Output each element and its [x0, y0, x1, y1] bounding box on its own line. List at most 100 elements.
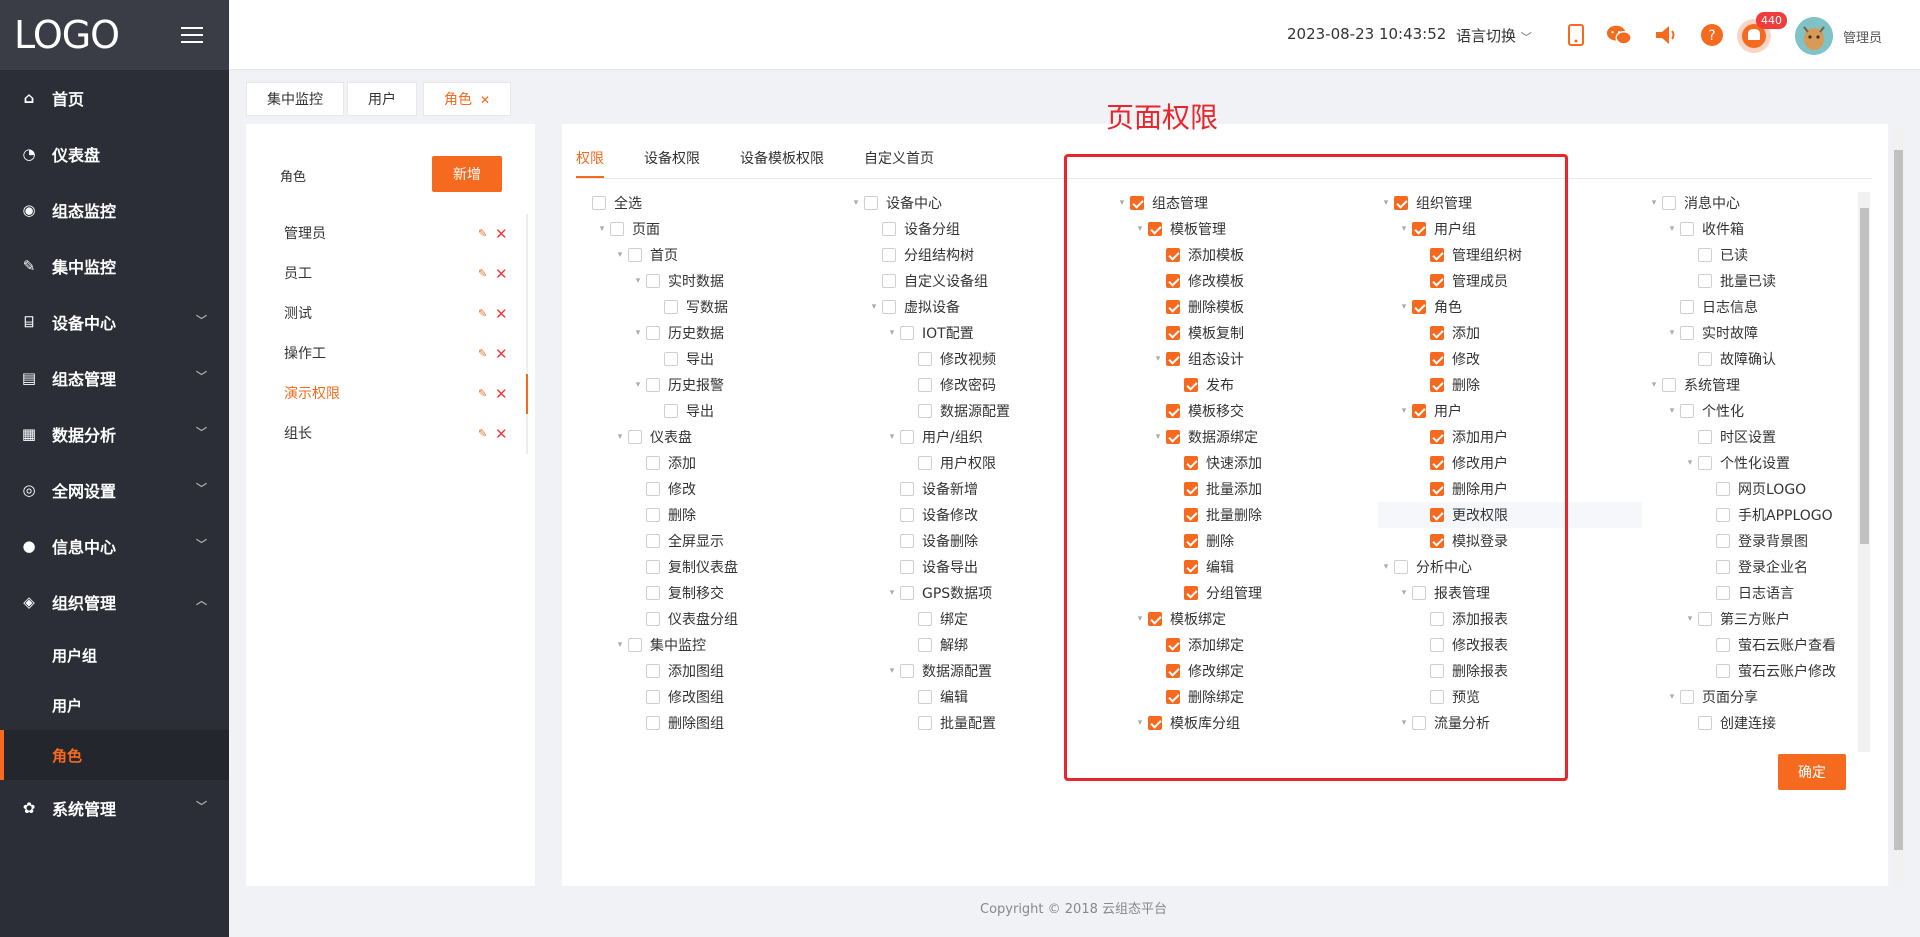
tree-node[interactable]: 已读 [1646, 242, 1836, 268]
permission-checkbox[interactable] [646, 508, 660, 522]
expand-arrow-icon[interactable]: ▾ [884, 588, 900, 598]
tree-scrollbar-thumb[interactable] [1860, 208, 1869, 544]
tree-node[interactable]: 数据源配置 [848, 398, 1010, 424]
permission-checkbox[interactable] [1662, 196, 1676, 210]
tree-node[interactable]: ▾ 首页 [576, 242, 766, 268]
tree-node[interactable]: 导出 [576, 398, 766, 424]
tree-node[interactable]: 修改图组 [576, 684, 766, 710]
expand-arrow-icon[interactable]: ▾ [1664, 406, 1680, 416]
tree-node[interactable]: 设备删除 [848, 528, 1010, 554]
permission-checkbox[interactable] [1662, 378, 1676, 392]
delete-icon[interactable]: ✕ [495, 294, 508, 334]
tree-node[interactable]: 修改密码 [848, 372, 1010, 398]
tree-node[interactable]: 复制仪表盘 [576, 554, 766, 580]
permission-checkbox[interactable] [1698, 456, 1712, 470]
permission-checkbox[interactable] [900, 534, 914, 548]
tree-node[interactable]: 手机APPLOGO [1646, 502, 1836, 528]
tree-node[interactable]: 添加 [576, 450, 766, 476]
sidebar-item-config-manage[interactable]: ▤ 组态管理 ﹀ [0, 350, 229, 406]
permission-checkbox[interactable] [646, 612, 660, 626]
tree-node[interactable]: 导出 [576, 346, 766, 372]
permission-checkbox[interactable] [918, 378, 932, 392]
panel-scrollbar-thumb[interactable] [1894, 150, 1903, 850]
expand-arrow-icon[interactable]: ▾ [630, 276, 646, 286]
confirm-button[interactable]: 确定 [1778, 754, 1846, 790]
tree-node[interactable]: ▾ 系统管理 [1646, 372, 1836, 398]
permission-checkbox[interactable] [1698, 430, 1712, 444]
role-item[interactable]: 操作工 ✎ ✕ [246, 334, 526, 374]
tree-node[interactable]: 设备新增 [848, 476, 1010, 502]
tree-node[interactable]: ▾ 实时数据 [576, 268, 766, 294]
tab-user[interactable]: 用户 [347, 82, 417, 116]
permission-tab[interactable]: 设备权限 [644, 148, 700, 178]
tree-node[interactable]: ▾ 消息中心 [1646, 190, 1836, 216]
permission-checkbox[interactable] [1716, 638, 1730, 652]
tree-node[interactable]: 时区设置 [1646, 424, 1836, 450]
expand-arrow-icon[interactable]: ▾ [1664, 328, 1680, 338]
permission-checkbox[interactable] [592, 196, 606, 210]
permission-checkbox[interactable] [1716, 560, 1730, 574]
permission-checkbox[interactable] [646, 274, 660, 288]
tree-node[interactable]: ▾ 用户/组织 [848, 424, 1010, 450]
tree-node[interactable]: 复制移交 [576, 580, 766, 606]
permission-checkbox[interactable] [882, 248, 896, 262]
add-role-button[interactable]: 新增 [432, 156, 502, 192]
permission-checkbox[interactable] [882, 222, 896, 236]
expand-arrow-icon[interactable]: ▾ [1646, 380, 1662, 390]
expand-arrow-icon[interactable]: ▾ [612, 640, 628, 650]
expand-arrow-icon[interactable]: ▾ [1664, 224, 1680, 234]
tree-node[interactable]: 全选 [576, 190, 766, 216]
tree-node[interactable]: 登录企业名 [1646, 554, 1836, 580]
edit-icon[interactable]: ✎ [478, 414, 487, 454]
panel-scrollbar[interactable] [1892, 130, 1904, 886]
permission-checkbox[interactable] [646, 482, 660, 496]
tree-node[interactable]: ▾ 第三方账户 [1646, 606, 1836, 632]
permission-checkbox[interactable] [1698, 274, 1712, 288]
permission-checkbox[interactable] [646, 586, 660, 600]
tree-node[interactable]: 用户权限 [848, 450, 1010, 476]
permission-checkbox[interactable] [900, 586, 914, 600]
permission-checkbox[interactable] [1680, 326, 1694, 340]
delete-icon[interactable]: ✕ [495, 414, 508, 454]
expand-arrow-icon[interactable]: ▾ [630, 328, 646, 338]
edit-icon[interactable]: ✎ [478, 294, 487, 334]
role-item[interactable]: 测试 ✎ ✕ [246, 294, 526, 334]
tree-node[interactable]: ▾ 虚拟设备 [848, 294, 1010, 320]
tree-node[interactable]: 日志信息 [1646, 294, 1836, 320]
expand-arrow-icon[interactable]: ▾ [1664, 692, 1680, 702]
header-username[interactable]: 管理员 [1843, 27, 1882, 46]
permission-checkbox[interactable] [900, 326, 914, 340]
permission-checkbox[interactable] [1716, 664, 1730, 678]
tree-node[interactable]: 设备修改 [848, 502, 1010, 528]
tree-node[interactable]: 修改 [576, 476, 766, 502]
permission-checkbox[interactable] [918, 690, 932, 704]
mobile-icon[interactable] [1563, 22, 1589, 48]
edit-icon[interactable]: ✎ [478, 334, 487, 374]
permission-checkbox[interactable] [864, 196, 878, 210]
sidebar-item-centralized-monitor[interactable]: ✎ 集中监控 [0, 238, 229, 294]
permission-checkbox[interactable] [628, 248, 642, 262]
tree-node[interactable]: ▾ 收件箱 [1646, 216, 1836, 242]
sidebar-item-organization[interactable]: ◈ 组织管理 ︿ [0, 574, 229, 630]
wechat-icon[interactable] [1606, 22, 1632, 48]
permission-checkbox[interactable] [1716, 508, 1730, 522]
tree-node[interactable]: 登录背景图 [1646, 528, 1836, 554]
permission-tab[interactable]: 自定义首页 [864, 148, 934, 178]
delete-icon[interactable]: ✕ [495, 334, 508, 374]
tree-node[interactable]: ▾ 历史报警 [576, 372, 766, 398]
expand-arrow-icon[interactable]: ▾ [884, 328, 900, 338]
permission-checkbox[interactable] [918, 612, 932, 626]
permission-tab[interactable]: 设备模板权限 [740, 148, 824, 178]
expand-arrow-icon[interactable]: ▾ [866, 302, 882, 312]
permission-checkbox[interactable] [646, 690, 660, 704]
tree-node[interactable]: ▾ 个性化 [1646, 398, 1836, 424]
tree-node[interactable]: ▾ 历史数据 [576, 320, 766, 346]
tree-node[interactable]: 批量配置 [848, 710, 1010, 734]
tree-scrollbar[interactable] [1858, 192, 1870, 752]
sidebar-item-data-analysis[interactable]: ▦ 数据分析 ﹀ [0, 406, 229, 462]
permission-checkbox[interactable] [900, 664, 914, 678]
permission-checkbox[interactable] [646, 664, 660, 678]
role-item[interactable]: 组长 ✎ ✕ [246, 414, 526, 454]
sidebar-item-home[interactable]: ⌂ 首页 [0, 70, 229, 126]
tab-centralized-monitor[interactable]: 集中监控 [246, 82, 344, 116]
